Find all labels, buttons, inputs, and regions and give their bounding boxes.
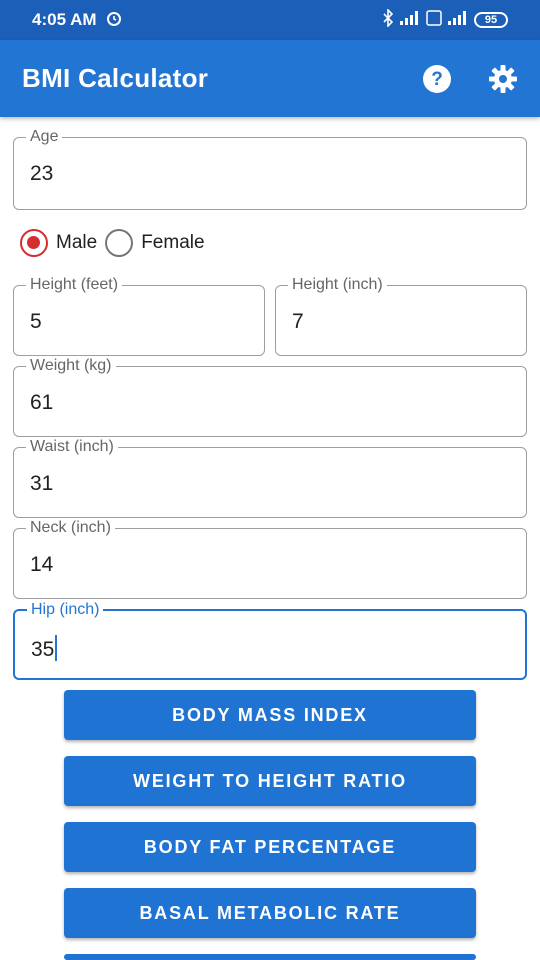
height-inch-field[interactable]: Height (inch) 7 [275, 275, 527, 356]
neck-field[interactable]: Neck (inch) 14 [13, 518, 527, 599]
weight-to-height-ratio-button[interactable]: WEIGHT TO HEIGHT RATIO [64, 756, 476, 806]
alarm-icon [105, 9, 123, 32]
neck-value: 14 [30, 553, 54, 576]
waist-label: Waist (inch) [26, 437, 118, 457]
gender-radio-group: Male Female [20, 229, 213, 257]
app-title: BMI Calculator [22, 63, 209, 93]
age-value: 23 [30, 162, 54, 185]
female-label[interactable]: Female [141, 232, 204, 254]
svg-text:?: ? [431, 69, 443, 90]
basal-metabolic-rate-button[interactable]: BASAL METABOLIC RATE [64, 888, 476, 938]
signal-icon [400, 10, 420, 30]
height-feet-label: Height (feet) [26, 275, 123, 295]
bluetooth-icon [382, 7, 394, 32]
age-field[interactable]: Age 23 [13, 127, 527, 210]
height-feet-field[interactable]: Height (feet) 5 [13, 275, 265, 356]
text-caret [55, 635, 58, 661]
signal-icon-2 [448, 10, 468, 30]
status-icons: 95 [382, 7, 508, 32]
waist-field[interactable]: Waist (inch) 31 [13, 437, 527, 518]
weight-field[interactable]: Weight (kg) 61 [13, 356, 527, 437]
female-radio[interactable] [105, 229, 134, 257]
male-radio[interactable] [20, 229, 48, 257]
age-label: Age [26, 127, 63, 147]
hip-value: 35 [31, 638, 55, 661]
waist-value: 31 [30, 472, 54, 495]
male-label[interactable]: Male [56, 232, 97, 254]
height-inch-label: Height (inch) [288, 275, 387, 295]
hip-value-wrap: 35 [31, 635, 58, 662]
battery-icon: 95 [474, 12, 508, 28]
height-inch-value: 7 [292, 310, 304, 333]
next-button-partial[interactable] [64, 954, 476, 960]
hip-label: Hip (inch) [27, 600, 104, 620]
status-bar: 4:05 AM 95 [0, 0, 540, 40]
weight-value: 61 [30, 391, 54, 414]
volte-icon [426, 9, 442, 31]
settings-gear-icon[interactable] [488, 64, 518, 94]
height-feet-value: 5 [30, 310, 42, 333]
app-bar: BMI Calculator ? [0, 40, 540, 117]
status-time: 4:05 AM [32, 10, 97, 29]
neck-label: Neck (inch) [26, 518, 115, 538]
hip-field[interactable]: Hip (inch) 35 [13, 600, 527, 680]
weight-label: Weight (kg) [26, 356, 116, 376]
help-icon[interactable]: ? [422, 64, 452, 94]
body-mass-index-button[interactable]: BODY MASS INDEX [64, 690, 476, 740]
body-fat-percentage-button[interactable]: BODY FAT PERCENTAGE [64, 822, 476, 872]
